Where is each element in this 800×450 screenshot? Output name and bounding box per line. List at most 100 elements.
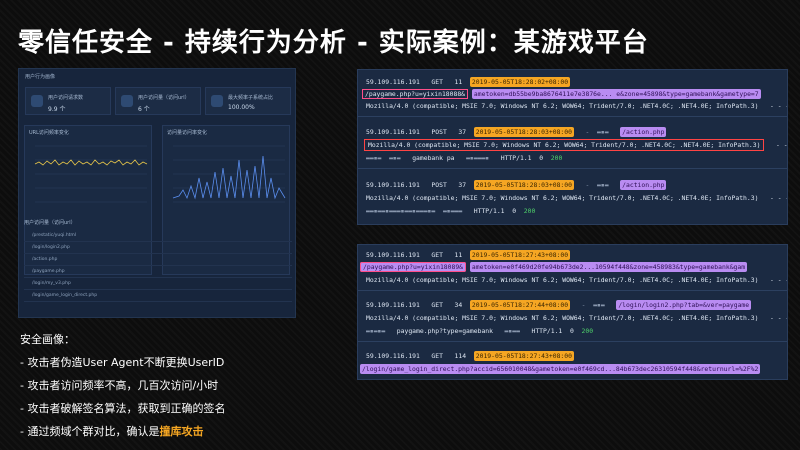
list-item[interactable]: /action.php	[24, 254, 292, 266]
stat-label: 用户访问量（访问url）	[138, 95, 190, 101]
stat-value: 100.00%	[228, 104, 255, 111]
divider	[358, 168, 787, 169]
stat-value: 6 个	[138, 106, 150, 113]
log-entry-header: 59.109.116.191 POST 37 2019-05-05T18:28:…	[366, 180, 667, 190]
url-visit-list: 用户访问量（访问url） /prestatic/yuqi.html /login…	[24, 219, 292, 315]
note-bullet: - 攻击者破解签名算法，获取到正确的签名	[20, 402, 226, 415]
log-bytes: 0	[512, 207, 517, 215]
log-entry-response: ▬▪▬▪▬ paygame.php?type=gamebank ▬▪▬▬ HTT…	[366, 327, 594, 335]
log-entry-url: /paygame.php?u=yixin18089& ametoken=e0f4…	[360, 262, 787, 272]
user-icon	[31, 95, 43, 107]
calendar-icon	[121, 95, 133, 107]
log-tail: - - - new-nh-pay-m	[770, 194, 787, 202]
log-entry-header: 59.109.116.191 GET 11 2019-05-05T18:27:4…	[366, 250, 787, 260]
log-bytes: 0	[539, 154, 544, 162]
log-http: HTTP/1.1	[500, 154, 532, 162]
notes-heading: 安全画像：	[20, 333, 75, 346]
log-entry-ua: Mozilla/4.0 (compatible; MSIE 7.0; Windo…	[366, 102, 787, 110]
user-agent: Mozilla/4.0 (compatible; MSIE 7.0; Windo…	[366, 102, 759, 110]
log-entry-ua: Mozilla/4.0 (compatible; MSIE 7.0; Windo…	[366, 194, 787, 202]
stat-card-url-visits: 用户访问量（访问url） 6 个	[115, 87, 201, 115]
user-agent: Mozilla/4.0 (compatible; MSIE 7.0; Windo…	[366, 194, 759, 202]
log-http: HTTP/1.1	[473, 207, 505, 215]
slide-title: 零信任安全 - 持续行为分析 - 实际案例：某游戏平台	[18, 28, 649, 58]
log-entry-response: ▬▬▪▬ ▬▪▬ gamebank pa ▬▪▬▬▬▪ HTTP/1.1 0 2…	[366, 154, 563, 162]
list-item[interactable]: /login/game_login_direct.php	[24, 290, 292, 302]
divider	[358, 341, 787, 342]
stat-value: 9.9 个	[48, 106, 66, 113]
log-referer: paygame.php?type=gamebank	[396, 327, 493, 335]
log-status: 200	[581, 327, 594, 335]
list-item[interactable]: /paygame.php	[24, 266, 292, 278]
log-url: /login/game_login_direct.php?accid=65601…	[360, 364, 761, 374]
list-item[interactable]: /login/login2.php	[24, 242, 292, 254]
list-title: 用户访问量（访问url）	[24, 220, 76, 226]
highlighted-userid: /paygame.php?u=yixin18088&	[362, 89, 469, 99]
note-highlight: 撞库攻击	[159, 425, 204, 438]
log-status: 200	[523, 207, 536, 215]
log-url: ametoken=e0f469d20fe94b673de2...10594f44…	[469, 262, 748, 272]
user-agent: Mozilla/4.0 (compatible; MSIE 7.0; Windo…	[366, 314, 759, 322]
log-method: GET	[431, 78, 443, 86]
log-tail: - - - new-nh-pay-m	[776, 141, 788, 149]
log-tail: - - - new-nh-pay-m	[770, 102, 787, 110]
log-status: 200	[550, 154, 563, 162]
stat-label: 最大频率子系统占比	[228, 95, 274, 101]
list-item[interactable]: /login/my_v3.php	[24, 278, 292, 290]
log-entry-ua: Mozilla/4.0 (compatible; MSIE 7.0; Windo…	[364, 139, 788, 151]
log-bytes: 0	[569, 327, 574, 335]
log-entry-response: ▬▬▪▬▬▪▬▬▬▪▬▬▪▬▬▬▪▬ ▬▪▬▬▬ HTTP/1.1 0 200	[366, 207, 536, 215]
note-bullet: - 攻击者访问频率不高，几百次访问/小时	[20, 379, 219, 392]
security-profile-notes: 安全画像： - 攻击者伪造User Agent不断更换UserID - 攻击者访…	[20, 331, 320, 446]
log-timestamp: 2019-05-05T18:28:02+08:00	[469, 77, 571, 87]
log-method: POST	[431, 128, 447, 136]
log-entry-header: 59.109.116.191 GET 34 2019-05-05T18:27:4…	[366, 300, 752, 310]
log-timestamp: 2019-05-05T18:28:03+08:00	[473, 180, 574, 190]
list-item[interactable]: /prestatic/yuqi.html	[24, 230, 292, 242]
log-panel-bottom: 59.109.116.191 GET 11 2019-05-05T18:27:4…	[357, 244, 788, 380]
log-ip: 59.109.116.191	[366, 301, 420, 309]
log-num: 11	[454, 78, 463, 86]
log-method: GET	[431, 301, 443, 309]
log-method: GET	[431, 352, 443, 360]
log-page: /login/login2.php?tab=&ver=paygame	[616, 300, 752, 310]
log-entry-header: 59.109.116.191 POST 37 2019-05-05T18:28:…	[366, 127, 667, 137]
log-timestamp: 2019-05-05T18:27:44+08:00	[469, 300, 571, 310]
behavior-dashboard: 用户行为画像 用户访问请求数 9.9 个 用户访问量（访问url） 6 个 最大…	[18, 68, 296, 318]
log-page: /action.php	[620, 127, 667, 137]
log-entry-url: /paygame.php?u=yixin18088& ametoken=db55…	[362, 89, 787, 99]
log-http: HTTP/1.1	[531, 327, 563, 335]
dashboard-title: 用户行为画像	[25, 74, 56, 80]
url-frequency-line	[34, 145, 148, 203]
log-ip: 59.109.116.191	[366, 128, 420, 136]
note-bullet: - 攻击者伪造User Agent不断更换UserID	[20, 356, 225, 369]
log-entry-ua: Mozilla/4.0 (compatible; MSIE 7.0; Windo…	[366, 276, 787, 284]
chart-title: URL访问频率变化	[29, 130, 69, 136]
log-num: 34	[454, 301, 463, 309]
visit-rate-line	[172, 145, 286, 203]
stat-card-requests: 用户访问请求数 9.9 个	[25, 87, 111, 115]
log-num: 37	[458, 128, 467, 136]
log-tail: - - - nj	[770, 276, 787, 284]
log-timestamp: 2019-05-05T18:28:03+08:00	[473, 127, 574, 137]
divider	[358, 116, 787, 117]
divider	[358, 290, 787, 291]
log-page: /action.php	[620, 180, 667, 190]
note-bullet: - 通过频域个群对比，确认是撞库攻击	[20, 423, 320, 439]
log-timestamp: 2019-05-05T18:27:43+08:00	[473, 351, 574, 361]
stat-label: 用户访问请求数	[48, 95, 84, 101]
log-tail: - - - nj	[770, 314, 787, 322]
note-text: - 通过频域个群对比，确认是	[20, 425, 160, 438]
log-num: 114	[454, 352, 467, 360]
stat-card-subsystem-ratio: 最大频率子系统占比 100.00%	[205, 87, 291, 115]
log-ip: 59.109.116.191	[366, 78, 420, 86]
log-entry-header: 59.109.116.191 GET 11 2019-05-05T18:28:0…	[366, 77, 787, 87]
log-panel-top: 59.109.116.191 GET 11 2019-05-05T18:28:0…	[357, 69, 788, 225]
log-ip: 59.109.116.191	[366, 181, 420, 189]
log-num: 11	[454, 251, 463, 259]
highlighted-userid: /paygame.php?u=yixin18089&	[360, 262, 467, 272]
chart-title: 访问量访问率变化	[167, 130, 208, 136]
log-num: 37	[458, 181, 467, 189]
user-agent: Mozilla/4.0 (compatible; MSIE 7.0; Windo…	[366, 276, 759, 284]
log-referer: gamebank pa	[412, 154, 455, 162]
